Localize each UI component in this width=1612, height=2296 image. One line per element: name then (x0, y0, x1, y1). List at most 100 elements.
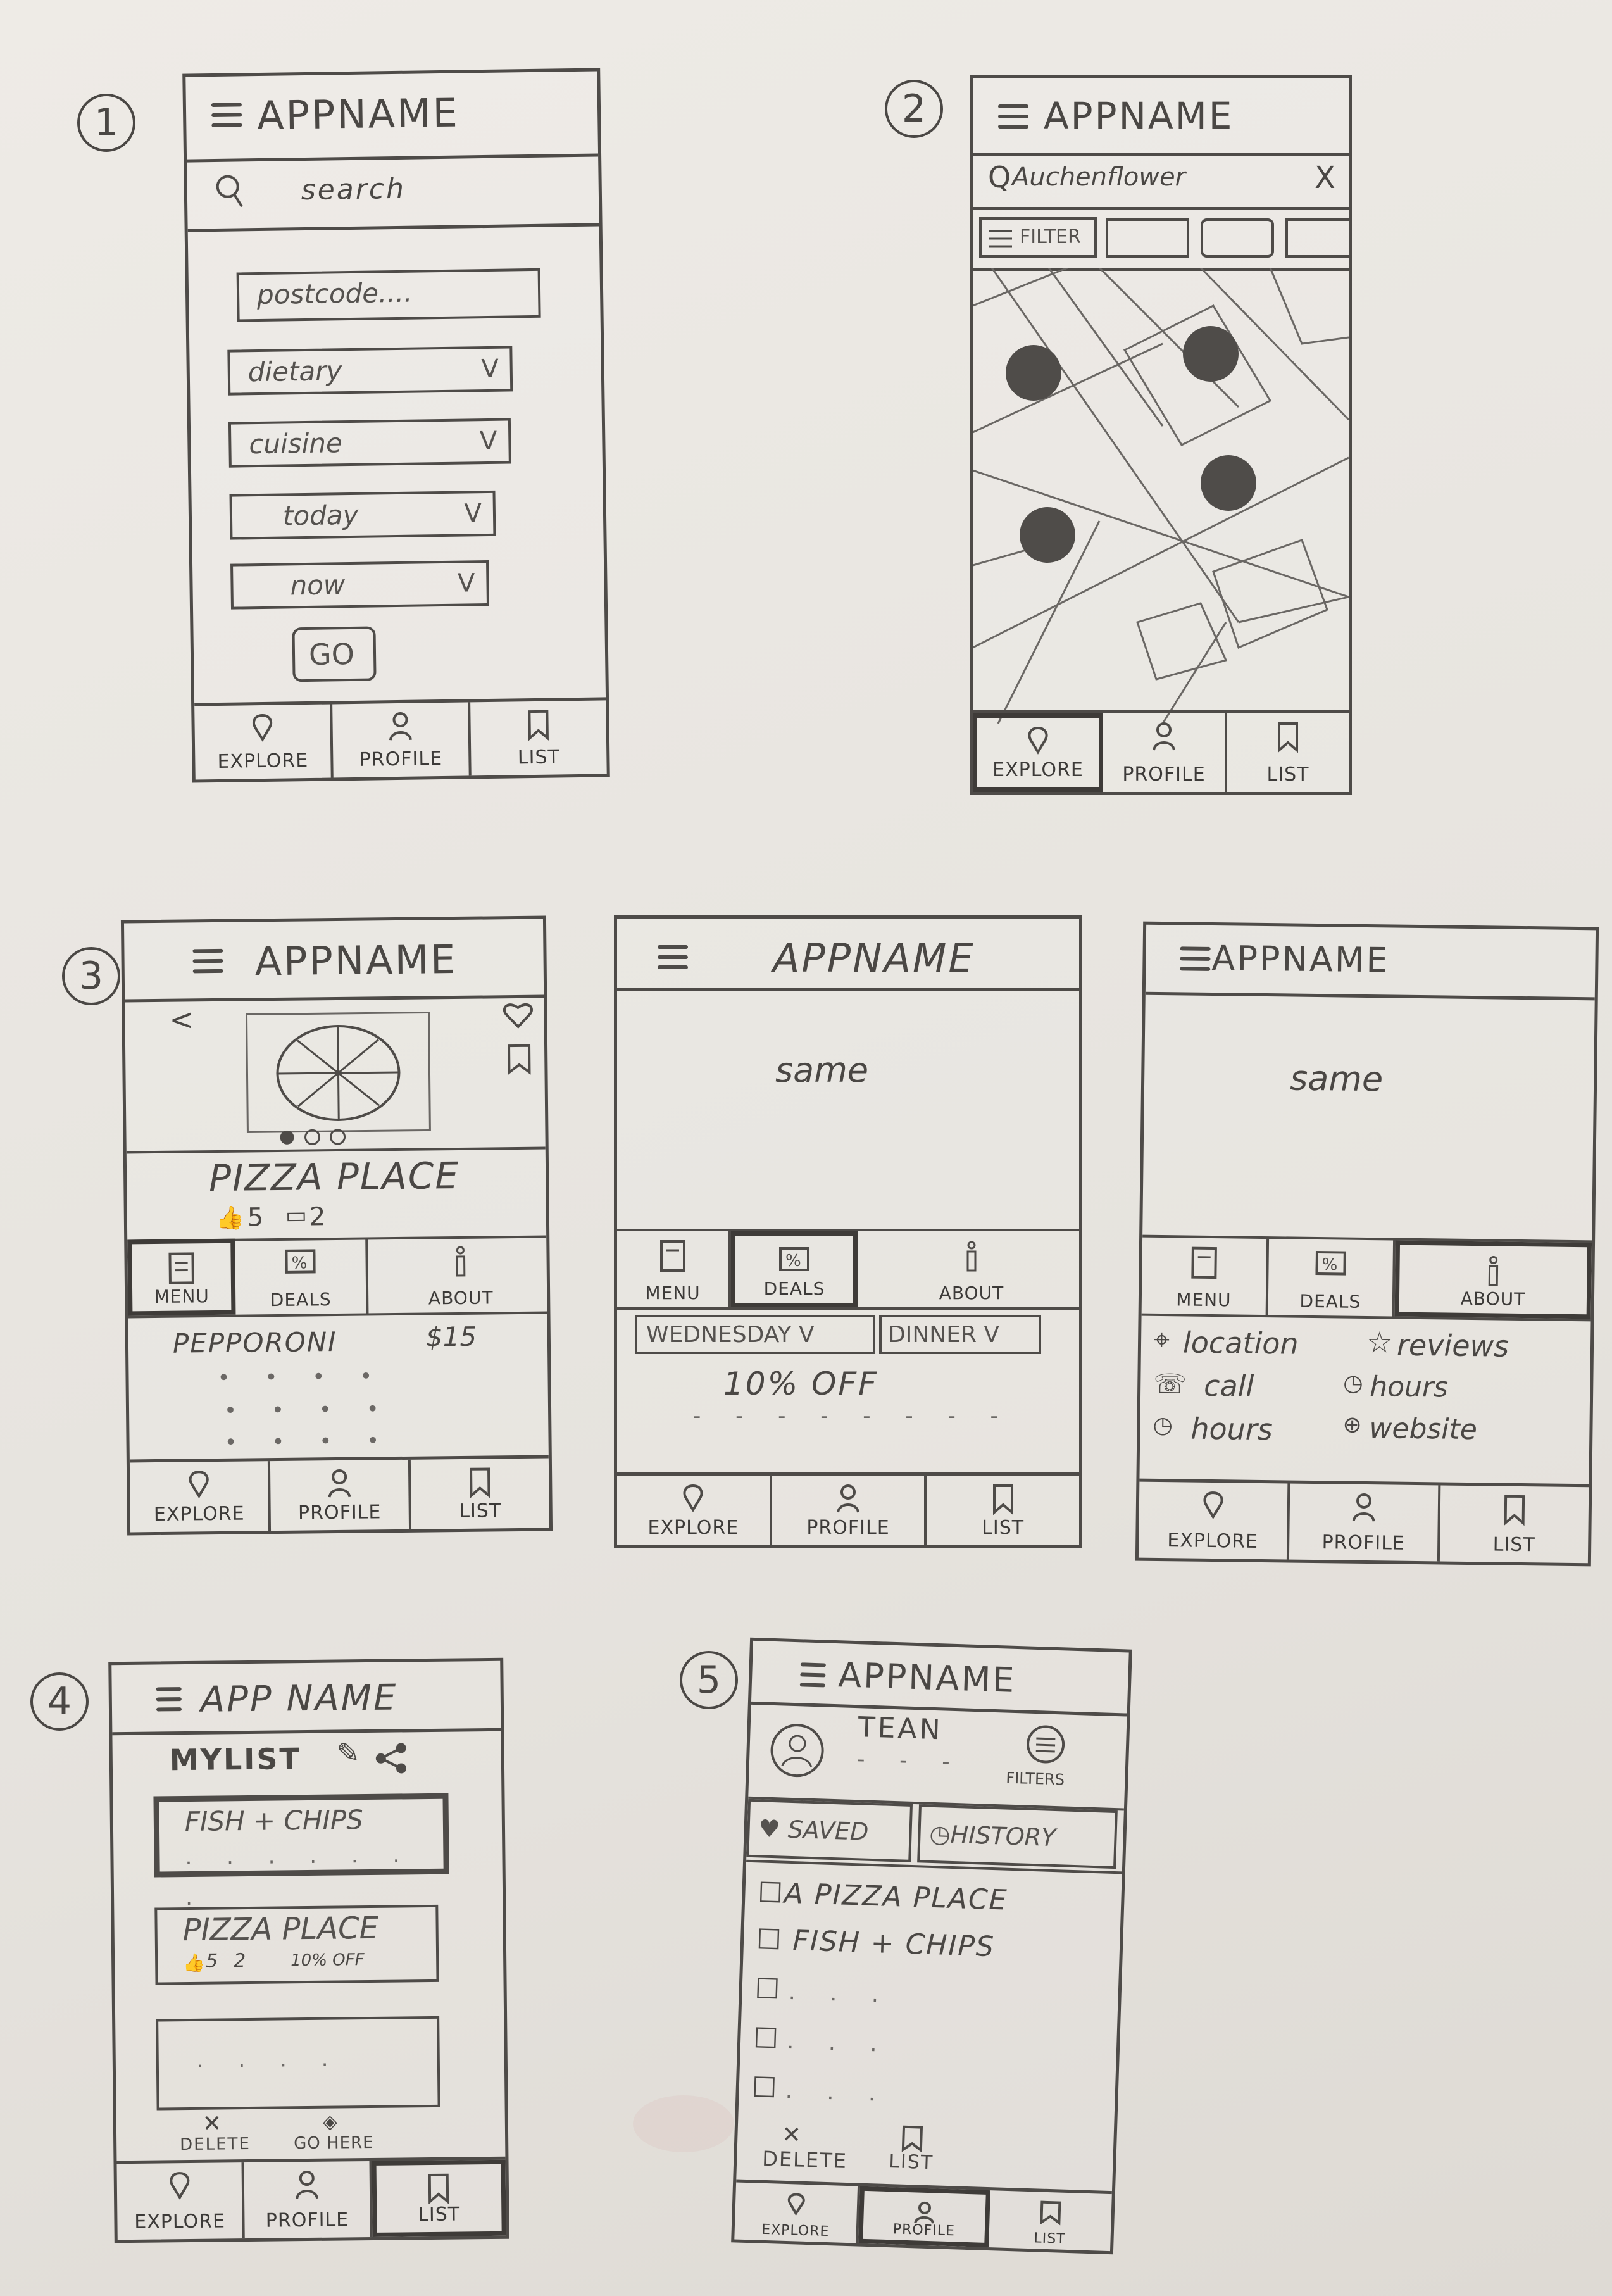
placeholder-dots: • • • • (217, 1364, 387, 1391)
filter-chip[interactable] (1285, 218, 1349, 258)
location-link[interactable]: location (1183, 1325, 1299, 1360)
tab-menu[interactable]: MENU (127, 1238, 236, 1316)
nav-explore[interactable]: EXPLORE (194, 704, 334, 780)
checkbox[interactable]: ☐ (756, 1923, 783, 1956)
tab-menu[interactable]: MENU (1141, 1237, 1270, 1315)
tab-about[interactable]: ABOUT (858, 1231, 1079, 1307)
list-item-name: PIZZA PLACE (182, 1910, 379, 1948)
list-item[interactable]: ☐ FISH + CHIPS (756, 1923, 995, 1963)
day-select[interactable]: WEDNESDAY V (635, 1315, 875, 1354)
list-item[interactable]: . . . . (156, 2016, 440, 2111)
nav-profile[interactable]: PROFILE (1289, 1483, 1441, 1562)
postcode-input[interactable]: postcode.... (236, 268, 541, 322)
list-item[interactable]: ☐ . . . (753, 2022, 891, 2059)
nav-explore[interactable]: EXPLORE (1138, 1481, 1290, 1560)
checkbox[interactable]: ☐ (754, 1973, 780, 2005)
delete-icon[interactable]: ✕ (782, 2122, 801, 2149)
nav-list[interactable]: LIST (411, 1459, 549, 1529)
delete-label[interactable]: DELETE (762, 2147, 848, 2173)
nav-list[interactable]: LIST (927, 1476, 1079, 1545)
bookmark-icon[interactable] (505, 1043, 534, 1076)
hamburger-menu-icon[interactable] (1180, 946, 1211, 972)
hamburger-menu-icon[interactable] (799, 1662, 826, 1688)
list-item[interactable]: FISH + CHIPS . . . . . . . (153, 1793, 449, 1910)
nav-explore[interactable]: EXPLORE (734, 2182, 861, 2243)
hamburger-menu-icon[interactable] (998, 104, 1028, 130)
share-icon[interactable] (373, 1741, 409, 1775)
nav-list[interactable]: LIST (989, 2190, 1112, 2251)
paper-smudge (633, 2095, 734, 2152)
map-view[interactable] (973, 268, 1349, 724)
tab-deals[interactable]: % DEALS (235, 1237, 369, 1315)
edit-icon[interactable]: ✎ (336, 1737, 359, 1769)
go-button[interactable]: GO (292, 626, 377, 682)
nav-list[interactable]: LIST (372, 2159, 506, 2237)
dietary-select[interactable]: dietary V (227, 346, 513, 396)
tab-deals[interactable]: % DEALS (731, 1231, 858, 1307)
meal-select[interactable]: DINNER V (879, 1315, 1041, 1354)
tab-about[interactable]: ABOUT (368, 1235, 553, 1313)
search-bar[interactable]: search (187, 153, 599, 232)
filter-button[interactable]: FILTER (979, 217, 1097, 258)
go-here-label[interactable]: GO HERE (294, 2133, 374, 2153)
nav-explore[interactable]: EXPLORE (973, 713, 1103, 792)
hamburger-menu-icon[interactable] (211, 103, 242, 129)
app-title: APPNAME (1044, 94, 1234, 137)
list-item[interactable]: PIZZA PLACE 👍 5 2 10% OFF (154, 1904, 439, 1985)
tab-menu[interactable]: MENU (617, 1231, 731, 1307)
percent-tag-icon: % (1315, 1251, 1346, 1276)
reviews-link[interactable]: reviews (1397, 1328, 1509, 1364)
tab-deals[interactable]: % DEALS (1268, 1239, 1396, 1317)
bookmark-icon[interactable] (899, 2124, 925, 2153)
image-carousel[interactable]: < (125, 994, 546, 1154)
nav-profile[interactable]: PROFILE (270, 1459, 412, 1531)
app-title: APPNAME (837, 1655, 1017, 1700)
tab-history[interactable]: ◷HISTORY (917, 1804, 1118, 1869)
delete-icon[interactable]: ✕ (203, 2111, 222, 2136)
hours-link[interactable]: hours (1370, 1371, 1448, 1404)
phone-icon: ☏ (1153, 1367, 1187, 1400)
heart-icon[interactable] (502, 1000, 534, 1030)
call-link[interactable]: call (1204, 1369, 1254, 1403)
checkbox[interactable]: ☐ (751, 2071, 777, 2104)
tab-about[interactable]: ABOUT (1394, 1240, 1592, 1319)
nav-list[interactable]: LIST (470, 700, 607, 775)
tab-saved[interactable]: ♥ SAVED (746, 1798, 913, 1862)
back-icon[interactable]: < (169, 1002, 194, 1036)
search-bar[interactable]: Q Auchenflower X (973, 153, 1349, 210)
filters-label[interactable]: FILTERS (1006, 1769, 1065, 1789)
sketch-screen-3-about: APPNAME same MENU % DEALS ABOUT ⌖ locatio… (1135, 921, 1599, 1567)
nav-explore[interactable]: EXPLORE (129, 1461, 272, 1533)
nav-explore[interactable]: EXPLORE (116, 2162, 246, 2240)
filter-chip[interactable] (1201, 218, 1274, 258)
hamburger-menu-icon[interactable] (192, 948, 223, 975)
chevron-down-icon: V (457, 568, 475, 598)
nav-explore[interactable]: EXPLORE (617, 1476, 772, 1545)
nav-profile[interactable]: PROFILE (244, 2161, 373, 2239)
hamburger-menu-icon[interactable] (156, 1687, 182, 1712)
delete-label[interactable]: DELETE (180, 2135, 251, 2154)
directions-icon[interactable]: ◈ (323, 2111, 337, 2133)
close-icon[interactable]: X (1315, 160, 1335, 196)
nav-profile[interactable]: PROFILE (332, 702, 472, 778)
list-item[interactable]: ☐A PIZZA PLACE (758, 1876, 1009, 1916)
nav-list[interactable]: LIST (1440, 1485, 1589, 1563)
website-link[interactable]: website (1369, 1412, 1477, 1446)
nav-profile[interactable]: PROFILE (1103, 713, 1227, 792)
hours-link[interactable]: hours (1190, 1412, 1273, 1447)
time-select[interactable]: now V (230, 560, 489, 610)
sketch-number-4: 4 (30, 1672, 89, 1731)
list-item[interactable]: ☐ . . . (754, 1973, 893, 2009)
nav-list[interactable]: LIST (1227, 713, 1349, 792)
hamburger-menu-icon[interactable] (658, 945, 688, 970)
filter-chip[interactable] (1106, 218, 1189, 258)
checkbox[interactable]: ☐ (753, 2022, 778, 2055)
checkbox[interactable]: ☐ (758, 1876, 785, 1909)
list-label[interactable]: LIST (889, 2150, 934, 2174)
day-select[interactable]: today V (229, 490, 496, 540)
filter-icon[interactable] (1024, 1722, 1067, 1766)
nav-profile[interactable]: PROFILE (858, 2186, 990, 2248)
nav-profile[interactable]: PROFILE (772, 1476, 927, 1545)
list-item[interactable]: ☐ . . . (751, 2071, 890, 2108)
cuisine-select[interactable]: cuisine V (228, 418, 511, 468)
